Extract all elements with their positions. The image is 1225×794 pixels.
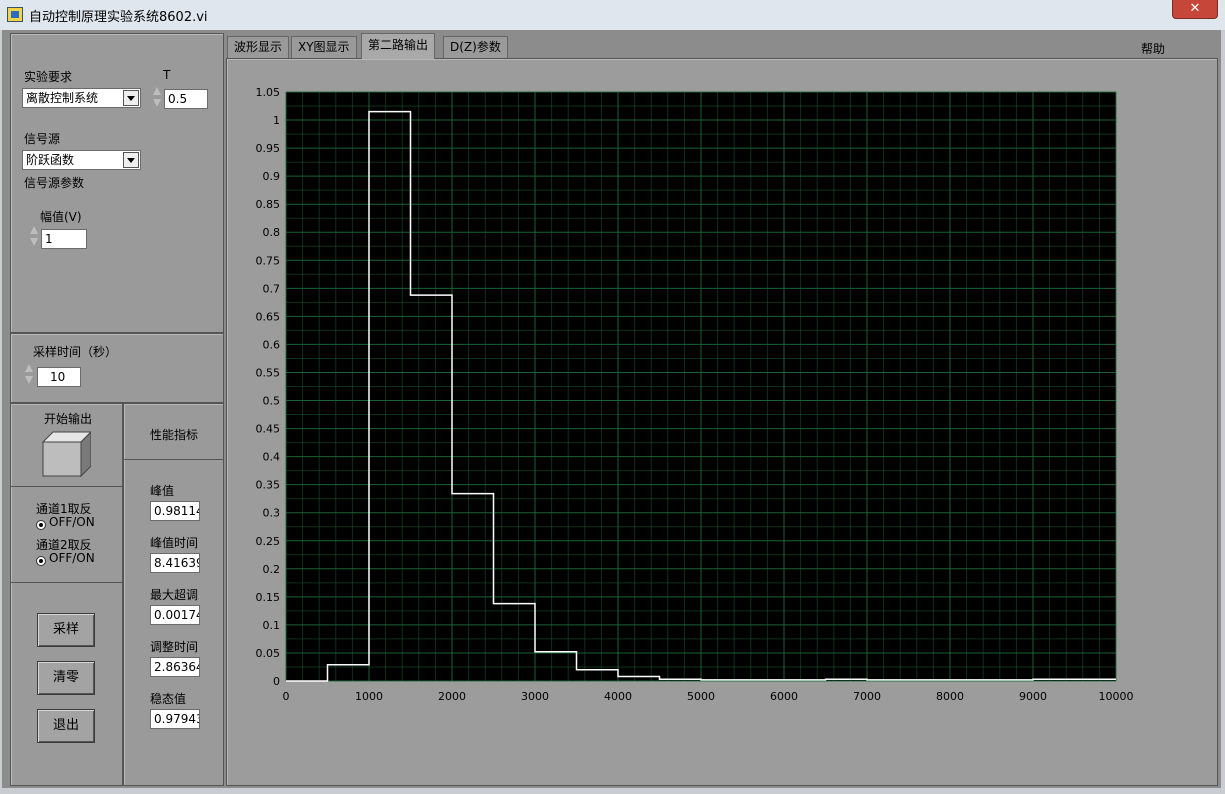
x-tick-label: 8000 bbox=[936, 690, 964, 703]
amplitude-label: 幅值(V) bbox=[40, 210, 82, 224]
x-tick-label: 2000 bbox=[438, 690, 466, 703]
y-tick-label: 0.5 bbox=[263, 395, 281, 408]
exit-button[interactable]: 退出 bbox=[37, 709, 95, 743]
signal-source-label: 信号源 bbox=[24, 132, 61, 146]
y-axis-ticks: 0 0.05 0.1 0.15 0.2 0.25 0.3 0.35 0.4 0.45 0.5 0.55… bbox=[256, 86, 281, 688]
x-tick-label: 1000 bbox=[355, 690, 383, 703]
y-tick-label: 1 bbox=[273, 114, 280, 127]
y-tick-label: 0.05 bbox=[256, 647, 281, 660]
divider bbox=[11, 486, 122, 487]
peak-time-label: 峰值时间 bbox=[150, 536, 199, 550]
y-tick-label: 0.75 bbox=[256, 254, 281, 267]
amplitude-input[interactable]: 1 bbox=[41, 229, 87, 249]
window-title: 自动控制原理实验系统8602.vi bbox=[29, 10, 208, 25]
peak-value-field: 0.98114 bbox=[150, 501, 200, 521]
signal-source-select-value: 阶跃函数 bbox=[26, 153, 75, 167]
help-link[interactable]: 帮助 bbox=[1141, 40, 1165, 57]
x-tick-label: 0 bbox=[283, 690, 290, 703]
max-overshoot-field: 0.00174 bbox=[150, 605, 200, 625]
y-tick-label: 0.25 bbox=[256, 535, 281, 548]
x-tick-label: 3000 bbox=[521, 690, 549, 703]
y-tick-label: 0.35 bbox=[256, 479, 281, 492]
sample-button[interactable]: 采样 bbox=[37, 613, 95, 647]
tab-second-output[interactable]: 第二路输出 bbox=[361, 33, 436, 59]
x-axis-ticks: 0 1000 2000 3000 4000 5000 6000 7000 8000 9000 100… bbox=[283, 690, 1134, 703]
labview-app-icon bbox=[7, 7, 23, 22]
start-output-toggle[interactable] bbox=[41, 430, 93, 478]
y-tick-label: 0.4 bbox=[263, 451, 281, 464]
max-overshoot-label: 最大超调 bbox=[150, 588, 199, 602]
amplitude-spinner-arrows-icon[interactable] bbox=[29, 224, 39, 250]
x-tick-label: 4000 bbox=[604, 690, 632, 703]
x-tick-label: 5000 bbox=[687, 690, 715, 703]
settling-time-label: 调整时间 bbox=[150, 640, 199, 654]
chevron-down-icon[interactable] bbox=[123, 90, 139, 106]
y-tick-label: 0.6 bbox=[263, 338, 281, 351]
tab-dz-params[interactable]: D(Z)参数 bbox=[443, 36, 508, 58]
start-output-label: 开始输出 bbox=[44, 412, 93, 426]
y-tick-label: 0.15 bbox=[256, 591, 281, 604]
output-panel: 开始输出 通道1取反 OFF/ON 通道2取反 OFF/ON 采样 清零 退出 bbox=[10, 403, 123, 786]
settling-time-field: 2.86364 bbox=[150, 657, 200, 677]
settings-panel: 实验要求 离散控制系统 T 0.5 信号源 阶跃函数 信号源参数 幅值(V) 1 bbox=[10, 33, 224, 333]
close-button[interactable]: ✕ bbox=[1172, 0, 1218, 19]
y-tick-label: 0.85 bbox=[256, 198, 281, 211]
title-bar: 自动控制原理实验系统8602.vi ✕ bbox=[0, 0, 1225, 31]
experiment-select-value: 离散控制系统 bbox=[26, 91, 99, 105]
chevron-down-icon[interactable] bbox=[123, 152, 139, 168]
channel1-radio[interactable] bbox=[36, 520, 46, 530]
peak-time-field: 8.41639 bbox=[150, 553, 200, 573]
y-tick-label: 0.9 bbox=[263, 170, 281, 183]
y-tick-label: 0.1 bbox=[263, 619, 281, 632]
experiment-select[interactable]: 离散控制系统 bbox=[22, 88, 141, 108]
y-tick-label: 0.95 bbox=[256, 142, 281, 155]
y-tick-label: 0.3 bbox=[263, 507, 281, 520]
x-tick-label: 7000 bbox=[853, 690, 881, 703]
x-tick-label: 6000 bbox=[770, 690, 798, 703]
sampling-time-label: 采样时间（秒） bbox=[33, 345, 118, 359]
y-tick-label: 0 bbox=[273, 675, 280, 688]
y-tick-label: 0.45 bbox=[256, 423, 281, 436]
y-tick-label: 0.8 bbox=[263, 226, 281, 239]
waveform-chart: 0 0.05 0.1 0.15 0.2 0.25 0.3 0.35 0.4 0.45 0.5 0.55… bbox=[256, 86, 1134, 703]
peak-value-label: 峰值 bbox=[150, 484, 175, 498]
performance-title: 性能指标 bbox=[150, 428, 199, 442]
sampling-spinner-arrows-icon[interactable] bbox=[24, 362, 34, 388]
t-input[interactable]: 0.5 bbox=[164, 89, 208, 109]
channel1-toggle-label: OFF/ON bbox=[49, 515, 95, 529]
tab-xy-graph[interactable]: XY图显示 bbox=[291, 36, 357, 58]
steady-state-label: 稳态值 bbox=[150, 692, 187, 706]
experiment-label: 实验要求 bbox=[24, 70, 73, 84]
sampling-panel: 采样时间（秒） 10 bbox=[10, 333, 224, 403]
t-label: T bbox=[163, 68, 171, 82]
signal-params-label: 信号源参数 bbox=[24, 176, 85, 190]
channel2-toggle-label: OFF/ON bbox=[49, 551, 95, 565]
x-tick-label: 10000 bbox=[1099, 690, 1134, 703]
signal-source-select[interactable]: 阶跃函数 bbox=[22, 150, 141, 170]
cube-button-icon[interactable] bbox=[41, 430, 93, 478]
y-tick-label: 0.55 bbox=[256, 366, 281, 379]
divider bbox=[11, 582, 122, 583]
performance-panel: 性能指标 峰值 0.98114 峰值时间 8.41639 最大超调 0.0017… bbox=[123, 403, 224, 786]
tab-waveform[interactable]: 波形显示 bbox=[227, 36, 290, 58]
y-tick-label: 1.05 bbox=[256, 86, 281, 99]
clear-button[interactable]: 清零 bbox=[37, 661, 95, 695]
t-spinner-arrows-icon[interactable] bbox=[152, 85, 162, 111]
sampling-time-input[interactable]: 10 bbox=[37, 367, 81, 387]
channel2-radio[interactable] bbox=[36, 556, 46, 566]
divider bbox=[124, 459, 223, 460]
y-tick-label: 0.2 bbox=[263, 563, 281, 576]
x-tick-label: 9000 bbox=[1019, 690, 1047, 703]
y-tick-label: 0.65 bbox=[256, 310, 281, 323]
steady-state-field: 0.97943 bbox=[150, 709, 200, 729]
y-tick-label: 0.7 bbox=[263, 282, 281, 295]
